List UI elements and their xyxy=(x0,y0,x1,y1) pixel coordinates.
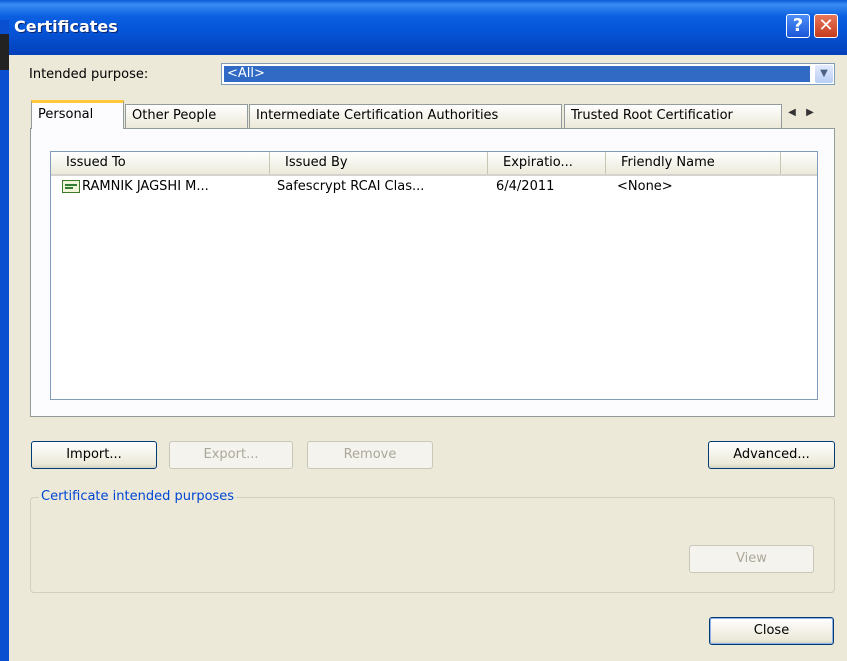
help-button[interactable]: ? xyxy=(786,14,810,38)
intended-purpose-dropdown[interactable]: <All> ▼ xyxy=(221,63,835,85)
chevron-left-icon[interactable]: ◀ xyxy=(783,107,801,118)
intended-purpose-value: <All> xyxy=(224,66,810,82)
import-button[interactable]: Import... xyxy=(31,441,157,469)
intended-purpose-label: Intended purpose: xyxy=(29,67,149,82)
tab-other-people[interactable]: Other People xyxy=(125,104,248,128)
chevron-down-icon[interactable]: ▼ xyxy=(815,65,833,83)
export-button[interactable]: Export... xyxy=(169,441,293,469)
window-title: Certificates xyxy=(14,17,118,36)
column-issued-to[interactable]: Issued To xyxy=(51,152,270,174)
tab-scroll-buttons[interactable]: ◀ ▶ xyxy=(783,107,829,125)
cell-expiration: 6/4/2011 xyxy=(496,179,555,194)
tab-intermediate-ca[interactable]: Intermediate Certification Authorities xyxy=(249,104,562,128)
column-friendly-name[interactable]: Friendly Name xyxy=(606,152,781,174)
certificate-purposes-label: Certificate intended purposes xyxy=(39,489,237,504)
list-header: Issued To Issued By Expiratio... Friendl… xyxy=(51,152,817,176)
background-window-fragment xyxy=(0,34,9,70)
cell-friendly-name: <None> xyxy=(617,179,673,194)
title-bar[interactable]: Certificates ? ✕ xyxy=(0,0,847,55)
table-row[interactable]: RAMNIK JAGSHI M... Safescrypt RCAI Clas.… xyxy=(51,176,817,198)
window-left-edge xyxy=(0,20,9,661)
chevron-right-icon[interactable]: ▶ xyxy=(801,107,819,118)
tab-trusted-root[interactable]: Trusted Root Certificatior xyxy=(564,104,782,128)
close-button[interactable]: Close xyxy=(709,617,834,645)
certificate-list[interactable]: Issued To Issued By Expiratio... Friendl… xyxy=(50,151,818,400)
tab-personal[interactable]: Personal xyxy=(31,100,124,129)
close-window-button[interactable]: ✕ xyxy=(814,14,838,38)
advanced-button[interactable]: Advanced... xyxy=(708,441,835,469)
cell-issued-by: Safescrypt RCAI Clas... xyxy=(277,179,425,194)
cell-issued-to: RAMNIK JAGSHI M... xyxy=(82,179,209,194)
column-expiration[interactable]: Expiratio... xyxy=(488,152,606,174)
tab-panel-personal: Issued To Issued By Expiratio... Friendl… xyxy=(30,128,835,417)
column-issued-by[interactable]: Issued By xyxy=(270,152,488,174)
certificate-icon xyxy=(62,180,80,193)
dialog-client-area: Intended purpose: <All> ▼ Personal Other… xyxy=(9,55,847,661)
view-button[interactable]: View xyxy=(689,545,814,573)
remove-button[interactable]: Remove xyxy=(307,441,433,469)
